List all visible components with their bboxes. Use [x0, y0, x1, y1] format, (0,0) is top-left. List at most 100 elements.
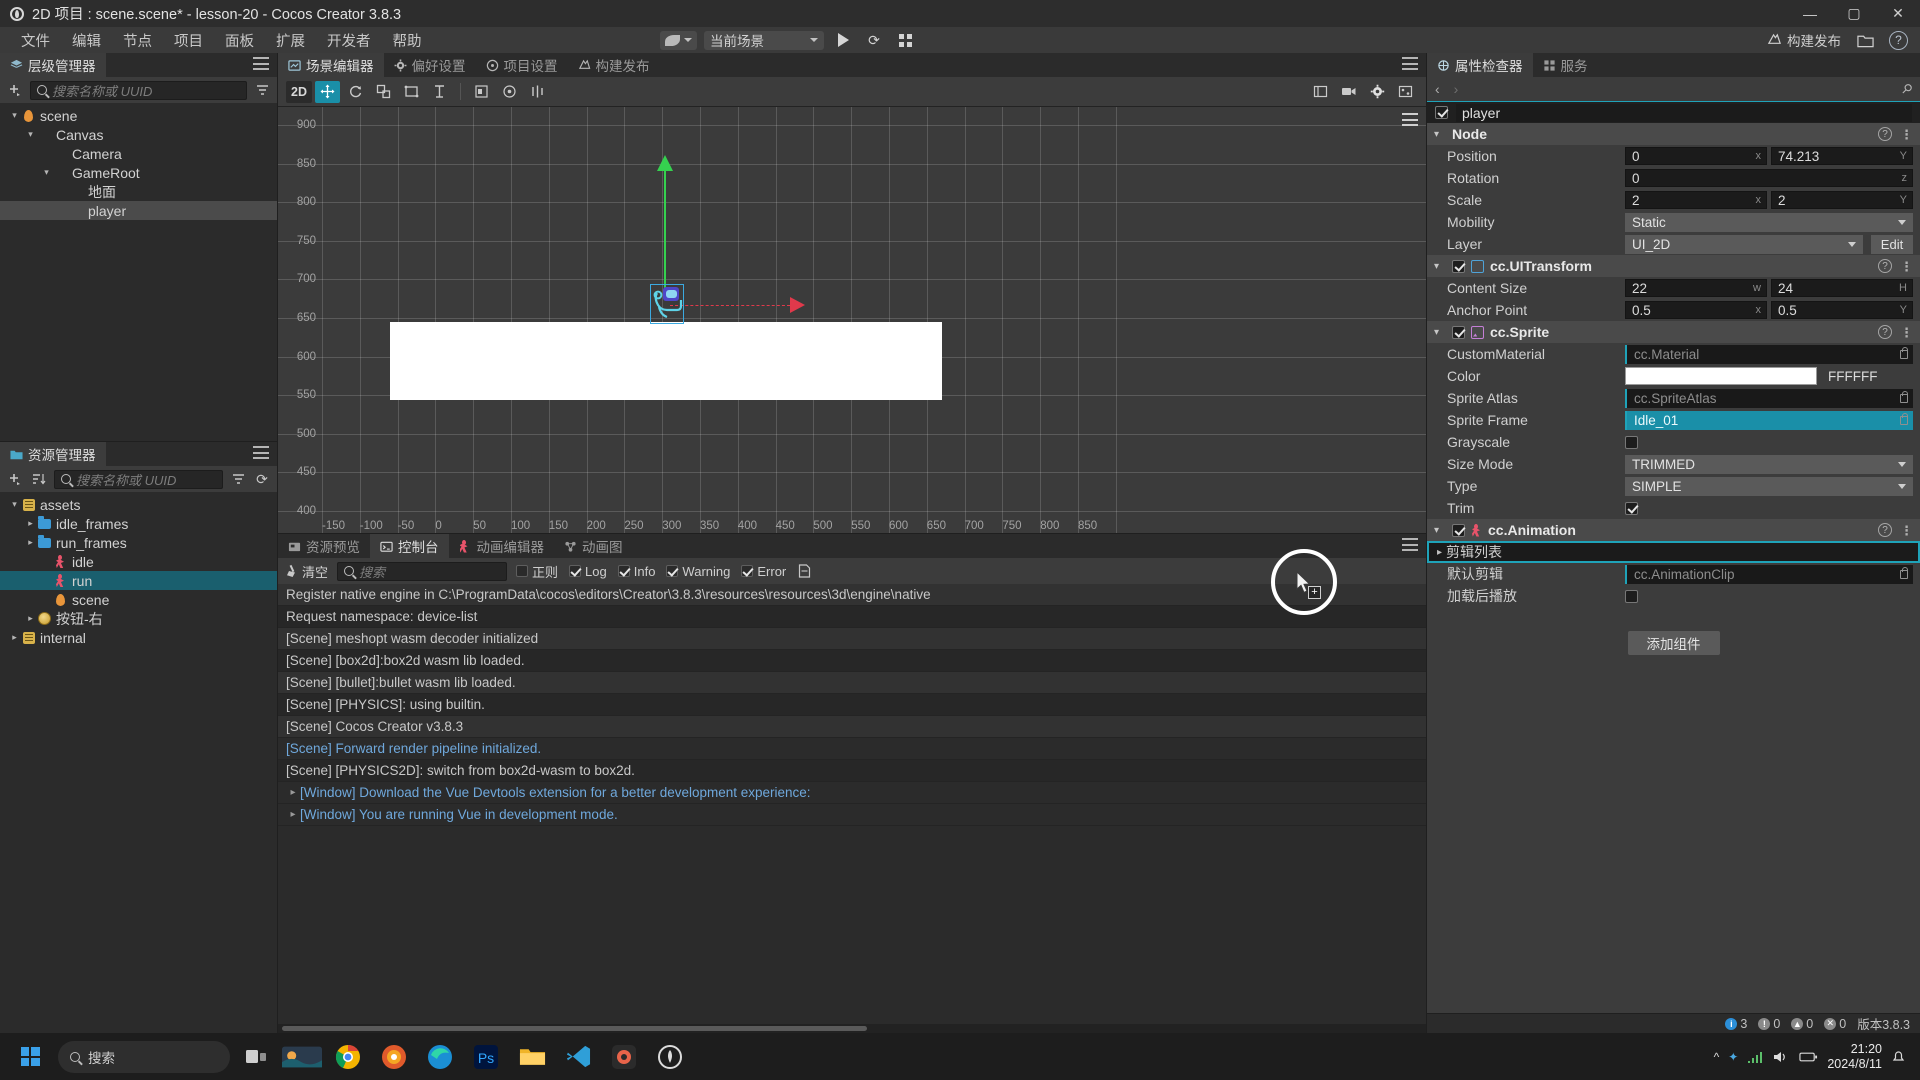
taskbar-clock[interactable]: 21:20 2024/8/11: [1827, 1042, 1882, 1072]
section-header-cc.Sprite[interactable]: ▾ cc.Sprite? ⋮: [1427, 321, 1920, 343]
section-header-Node[interactable]: ▾ Node? ⋮: [1427, 123, 1920, 145]
layer-edit-button[interactable]: Edit: [1871, 234, 1913, 254]
open-folder-button[interactable]: [1853, 29, 1877, 51]
console-log-row[interactable]: [Scene] [box2d]:box2d wasm lib loaded.: [278, 650, 1426, 672]
chevron-down-icon[interactable]: ▾: [40, 167, 53, 178]
asset-field-默认剪辑[interactable]: cc.AnimationClip: [1625, 564, 1913, 584]
more-options-icon[interactable]: ⋮: [1900, 524, 1913, 537]
rect-tool-button[interactable]: [399, 81, 424, 103]
gizmo-x-axis[interactable]: [670, 305, 790, 306]
console-filter-Error[interactable]: Error: [741, 564, 786, 579]
position-tool-button[interactable]: [427, 81, 452, 103]
dropdown-Type[interactable]: SIMPLE: [1625, 476, 1913, 496]
hierarchy-menu-button[interactable]: [253, 57, 269, 70]
device-grid-button[interactable]: [893, 29, 917, 51]
console-filter-Log[interactable]: Log: [569, 564, 607, 579]
console-export-button[interactable]: [795, 562, 813, 580]
gizmo-y-axis[interactable]: [664, 171, 666, 296]
field-y[interactable]: 74.213 Y: [1771, 147, 1913, 165]
checkbox-icon[interactable]: [741, 565, 754, 577]
checkbox-Trim[interactable]: [1625, 501, 1638, 515]
console-log-row[interactable]: ▸ [Window] Download the Vue Devtools exte…: [278, 782, 1426, 804]
checkbox-icon[interactable]: [569, 565, 582, 577]
color-hex-value[interactable]: FFFFFF: [1821, 367, 1913, 385]
scene-viewport[interactable]: 900 850 800 750 700 650 600 550 500 450 400 -150 -1…: [278, 107, 1426, 533]
lock-icon[interactable]: [1900, 412, 1908, 425]
chevron-right-icon[interactable]: ▸: [24, 537, 37, 548]
notification-icon[interactable]: [1891, 1049, 1906, 1064]
checkbox-icon[interactable]: [617, 565, 630, 577]
menu-developer[interactable]: 开发者: [316, 28, 382, 53]
hierarchy-item-地面[interactable]: 地面: [0, 182, 277, 201]
maximize-button[interactable]: ▢: [1832, 0, 1876, 27]
asset-item-scene[interactable]: scene: [0, 590, 277, 609]
help-icon[interactable]: ?: [1878, 523, 1892, 537]
scene-leaf-button[interactable]: [660, 30, 697, 50]
checkbox-加载后播放[interactable]: [1625, 589, 1638, 603]
task-view-button[interactable]: [236, 1037, 276, 1077]
battery-icon[interactable]: [1799, 1050, 1818, 1064]
chevron-right-icon[interactable]: ▸: [286, 787, 300, 798]
component-enabled-checkbox[interactable]: [1452, 259, 1465, 273]
chevron-down-icon[interactable]: ▾: [8, 499, 21, 510]
console-log-row[interactable]: Register native engine in C:\ProgramData…: [278, 584, 1426, 606]
hierarchy-item-GameRoot[interactable]: ▾ GameRoot: [0, 163, 277, 182]
color-swatch[interactable]: [1625, 367, 1817, 385]
more-options-icon[interactable]: ⋮: [1900, 260, 1913, 273]
help-icon[interactable]: ?: [1878, 325, 1892, 339]
refresh-button[interactable]: ⟳: [862, 29, 886, 51]
chrome-app[interactable]: [328, 1037, 368, 1077]
minimize-button[interactable]: —: [1788, 0, 1832, 27]
field-x[interactable]: 22 w: [1625, 279, 1767, 297]
console-filter-Info[interactable]: Info: [617, 564, 655, 579]
console-hscrollbar[interactable]: [278, 1024, 1426, 1033]
tab-控制台[interactable]: 控制台: [370, 534, 449, 558]
tab-动画图[interactable]: 动画图: [554, 534, 633, 558]
photoshop-app[interactable]: Ps: [466, 1037, 506, 1077]
distribute-button[interactable]: [525, 81, 550, 103]
tab-资源预览[interactable]: 资源预览: [278, 534, 370, 558]
move-tool-button[interactable]: [314, 80, 340, 103]
tab-属性检查器[interactable]: 属性检查器: [1427, 53, 1533, 77]
network-icon[interactable]: [1747, 1050, 1764, 1064]
chevron-right-icon[interactable]: ▸: [1437, 547, 1442, 558]
asset-item-internal[interactable]: ▸ internal: [0, 628, 277, 647]
component-enabled-checkbox[interactable]: [1452, 523, 1465, 537]
pin-icon[interactable]: ⚲: [1898, 80, 1916, 98]
close-button[interactable]: ✕: [1876, 0, 1920, 27]
assets-sort-button[interactable]: [30, 470, 48, 488]
asset-item-idle_frames[interactable]: ▸ idle_frames: [0, 514, 277, 533]
tab-项目设置[interactable]: 项目设置: [475, 53, 568, 77]
cocos-creator-app[interactable]: [650, 1037, 690, 1077]
menu-file[interactable]: 文件: [10, 28, 61, 53]
console-log-row[interactable]: [Scene] [PHYSICS2D]: switch from box2d-w…: [278, 760, 1426, 782]
lock-icon[interactable]: [1900, 566, 1908, 579]
align-left-button[interactable]: [469, 81, 494, 103]
add-asset-button[interactable]: [6, 470, 24, 488]
help-icon[interactable]: ?: [1878, 259, 1892, 273]
console-log-row[interactable]: [Scene] meshopt wasm decoder initialized: [278, 628, 1426, 650]
field-y[interactable]: 0.5 Y: [1771, 301, 1913, 319]
toolbar-2d-toggle[interactable]: 2D: [286, 80, 312, 103]
assets-filter-button[interactable]: [229, 470, 247, 488]
node-name-field[interactable]: player: [1456, 103, 1912, 122]
tab-偏好设置[interactable]: 偏好设置: [383, 53, 476, 77]
tab-服务[interactable]: 服务: [1532, 53, 1598, 77]
bluetooth-icon[interactable]: ✦: [1728, 1050, 1738, 1064]
add-component-button[interactable]: 添加组件: [1627, 631, 1720, 655]
scale-tool-button[interactable]: [371, 81, 396, 103]
start-button[interactable]: [8, 1038, 52, 1076]
console-filter-正则[interactable]: 正则: [516, 562, 558, 581]
help-button[interactable]: ?: [1889, 30, 1908, 50]
field-x[interactable]: 2x: [1625, 191, 1767, 209]
asset-item-run_frames[interactable]: ▸ run_frames: [0, 533, 277, 552]
chevron-down-icon[interactable]: ▾: [24, 129, 37, 140]
dropdown-Size Mode[interactable]: TRIMMED: [1625, 454, 1913, 474]
camera-button[interactable]: [1336, 81, 1362, 103]
effects-button[interactable]: [1393, 81, 1418, 103]
nav-forward-button[interactable]: ›: [1454, 81, 1459, 97]
console-log-row[interactable]: ▸ [Window] You are running Vue in develop…: [278, 804, 1426, 826]
tab-assets[interactable]: 资源管理器: [0, 442, 106, 466]
hierarchy-filter-button[interactable]: [253, 81, 271, 99]
hierarchy-item-player[interactable]: player: [0, 201, 277, 220]
